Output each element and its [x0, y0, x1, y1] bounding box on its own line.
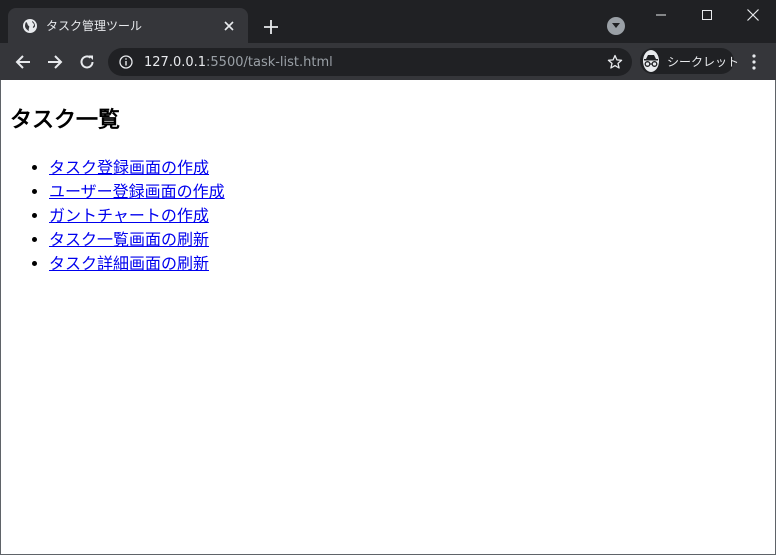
- page-title: タスク一覧: [10, 108, 121, 133]
- forward-button[interactable]: [41, 48, 69, 76]
- task-link[interactable]: タスク詳細画面の刷新: [49, 254, 209, 273]
- task-link[interactable]: ユーザー登録画面の作成: [49, 182, 225, 201]
- kebab-menu-icon[interactable]: [742, 49, 766, 75]
- task-link[interactable]: タスク一覧画面の刷新: [49, 230, 209, 249]
- back-button[interactable]: [9, 48, 37, 76]
- tab-search-icon[interactable]: [607, 17, 625, 35]
- url-text[interactable]: 127.0.0.1:5500/task-list.html: [144, 55, 333, 70]
- page-viewport: タスク一覧 タスク登録画面の作成 ユーザー登録画面の作成 ガントチャートの作成 …: [0, 80, 776, 555]
- url-host: 127.0.0.1: [144, 54, 207, 70]
- incognito-profile-button[interactable]: シークレット: [640, 48, 739, 74]
- task-list: タスク登録画面の作成 ユーザー登録画面の作成 ガントチャートの作成 タスク一覧画…: [49, 156, 225, 276]
- reload-button[interactable]: [73, 48, 101, 76]
- maximize-button[interactable]: [684, 0, 730, 30]
- browser-tab[interactable]: タスク管理ツール: [8, 8, 248, 43]
- tab-title: タスク管理ツール: [46, 19, 143, 33]
- bookmark-star-icon[interactable]: [606, 53, 624, 71]
- minimize-button[interactable]: [638, 0, 684, 30]
- window-close-button[interactable]: [730, 0, 776, 30]
- new-tab-button[interactable]: [258, 14, 284, 40]
- task-link[interactable]: タスク登録画面の作成: [49, 158, 209, 177]
- list-item: ユーザー登録画面の作成: [49, 180, 225, 204]
- url-path: :5500/task-list.html: [206, 54, 333, 70]
- incognito-icon: [643, 50, 659, 72]
- task-link[interactable]: ガントチャートの作成: [49, 206, 209, 225]
- browser-titlebar: タスク管理ツール: [0, 0, 776, 43]
- browser-toolbar: 127.0.0.1:5500/task-list.html シークレット: [0, 43, 776, 80]
- list-item: タスク詳細画面の刷新: [49, 252, 225, 276]
- info-icon[interactable]: [118, 54, 134, 70]
- list-item: タスク一覧画面の刷新: [49, 228, 225, 252]
- tab-close-icon[interactable]: [220, 17, 238, 35]
- address-bar[interactable]: 127.0.0.1:5500/task-list.html: [108, 48, 632, 76]
- globe-icon: [22, 18, 38, 34]
- list-item: タスク登録画面の作成: [49, 156, 225, 180]
- incognito-label: シークレット: [667, 54, 740, 69]
- list-item: ガントチャートの作成: [49, 204, 225, 228]
